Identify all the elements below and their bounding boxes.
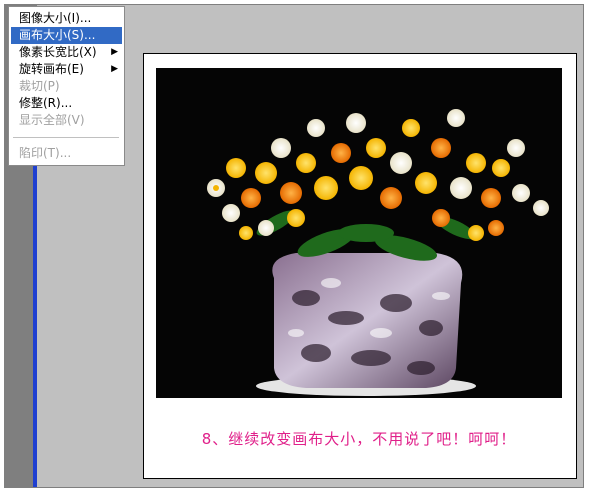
image-canvas[interactable]: 8、继续改变画布大小，不用说了吧！呵呵！	[143, 53, 577, 479]
menu-item-pixel-aspect-ratio[interactable]: 像素长宽比(X) ▶	[11, 44, 122, 61]
menu-separator	[13, 137, 119, 138]
menu-item-trap: 陷印(T)...	[19, 146, 72, 160]
menu-item-reveal-all: 显示全部(V)	[19, 113, 85, 127]
menu-item-image-size[interactable]: 图像大小(I)...	[11, 10, 122, 27]
left-scroll-indicator[interactable]	[33, 165, 37, 487]
canvas-caption: 8、继续改变画布大小，不用说了吧！呵呵！	[201, 430, 517, 448]
submenu-arrow-icon: ▶	[111, 47, 118, 57]
image-menu-dropdown[interactable]: 图像大小(I)... 画布大小(S)... 像素长宽比(X) ▶ 旋转画布(E) ▶…	[8, 6, 125, 166]
submenu-arrow-icon: ▶	[111, 64, 118, 74]
flower-vase-photo	[156, 68, 562, 398]
menu-item-rotate-canvas[interactable]: 旋转画布(E) ▶	[11, 61, 122, 78]
menu-item-trim[interactable]: 修整(R)...	[11, 95, 122, 112]
flower-vase-illustration	[207, 109, 549, 396]
menu-item-canvas-size[interactable]: 画布大小(S)...	[11, 27, 122, 44]
menu-item-crop: 裁切(P)	[19, 79, 60, 93]
